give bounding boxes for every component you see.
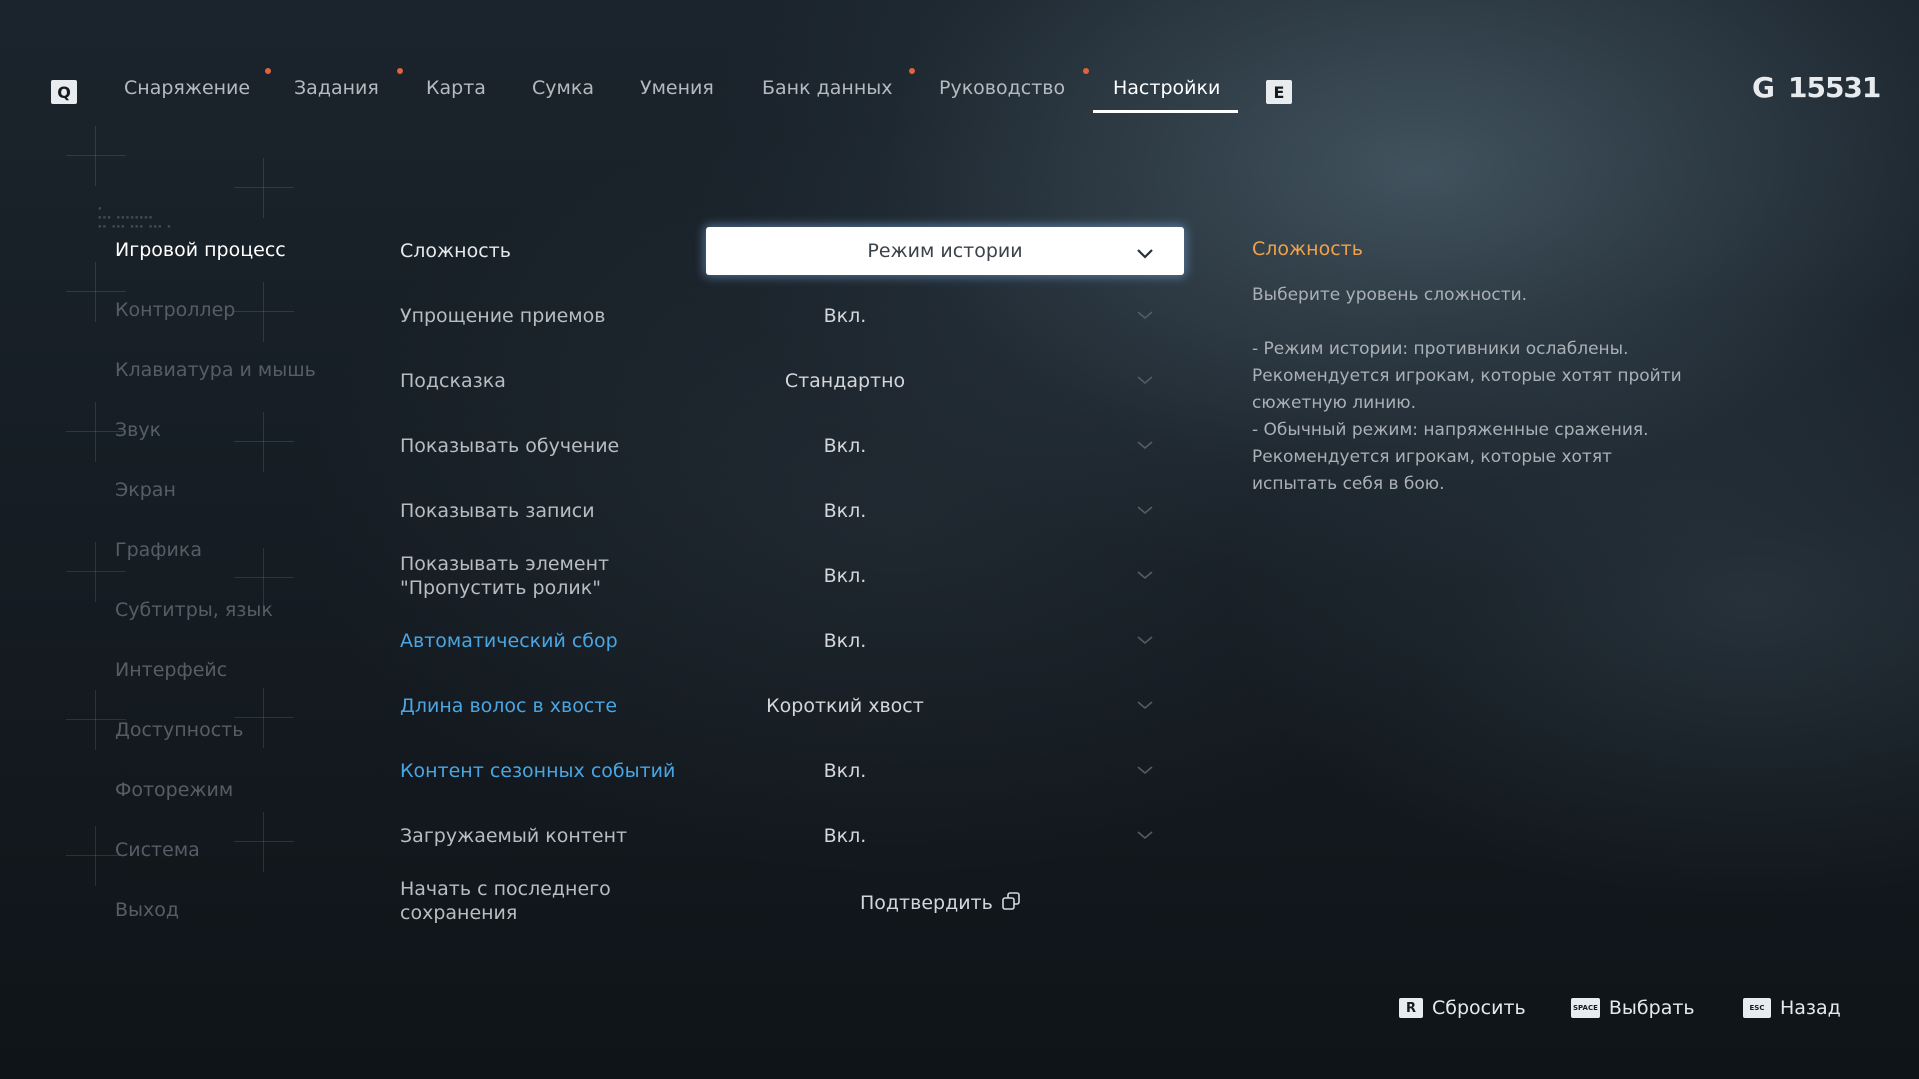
sidebar-item-display[interactable]: Экран	[115, 475, 176, 505]
setting-value: Вкл.	[823, 565, 867, 587]
setting-row-simplified-moves[interactable]: Упрощение приемов Вкл.	[400, 291, 1186, 341]
next-tab-key[interactable]: E	[1266, 80, 1292, 104]
tab-map[interactable]: Карта	[426, 74, 486, 104]
chevron-down-icon[interactable]	[1136, 440, 1156, 452]
setting-row-skip-cutscene[interactable]: Показывать элемент "Пропустить ролик" Вк…	[400, 551, 1186, 601]
sidebar-item-interface[interactable]: Интерфейс	[115, 655, 227, 685]
r-key-icon: R	[1399, 998, 1423, 1018]
setting-label: Упрощение приемов	[400, 305, 606, 327]
prev-tab-key[interactable]: Q	[51, 80, 77, 104]
setting-row-load-last-save: Начать с последнего сохранения	[400, 876, 1186, 926]
sidebar-item-photo-mode[interactable]: Фоторежим	[115, 775, 233, 805]
description-story-mode: - Режим истории: противники ослаблены. Р…	[1252, 339, 1682, 413]
decor-crosshair	[234, 812, 294, 872]
currency-amount: 15531	[1787, 71, 1881, 104]
setting-label: Подсказка	[400, 370, 506, 392]
setting-value: Вкл.	[823, 825, 867, 847]
setting-row-dlc[interactable]: Загружаемый контент Вкл.	[400, 811, 1186, 861]
description-body: Выберите уровень сложности. - Режим исто…	[1252, 282, 1682, 498]
chevron-down-icon[interactable]	[1136, 310, 1156, 322]
setting-value: Короткий хвост	[766, 695, 924, 717]
chevron-down-icon	[1136, 245, 1154, 264]
tab-guide[interactable]: Руководство	[939, 74, 1065, 104]
setting-row-seasonal-events[interactable]: Контент сезонных событий Вкл.	[400, 746, 1186, 796]
difficulty-dropdown[interactable]: Режим истории	[706, 227, 1184, 275]
notification-dot	[265, 68, 271, 74]
setting-label: Загружаемый контент	[400, 825, 628, 847]
setting-label: Показывать записи	[400, 500, 595, 522]
setting-row-show-tutorial[interactable]: Показывать обучение Вкл.	[400, 421, 1186, 471]
sidebar-item-gameplay[interactable]: Игровой процесс	[115, 235, 286, 265]
chevron-down-icon[interactable]	[1136, 375, 1156, 387]
esc-key-icon: ESC	[1743, 998, 1771, 1018]
sidebar-item-accessibility[interactable]: Доступность	[115, 715, 243, 745]
setting-value: Вкл.	[823, 500, 867, 522]
active-tab-underline	[1093, 110, 1238, 113]
setting-label: Контент сезонных событий	[400, 760, 676, 782]
setting-label: Начать с последнего сохранения	[400, 878, 611, 924]
tab-settings[interactable]: Настройки	[1113, 74, 1220, 104]
description-title: Сложность	[1252, 238, 1363, 260]
notification-dot	[909, 68, 915, 74]
sidebar-item-subtitles-language[interactable]: Субтитры, язык	[115, 595, 273, 625]
chevron-down-icon[interactable]	[1136, 700, 1156, 712]
decor-crosshair	[66, 126, 126, 186]
chevron-down-icon[interactable]	[1136, 765, 1156, 777]
external-window-icon	[1001, 891, 1021, 916]
setting-value: Вкл.	[823, 435, 867, 457]
decor-crosshair	[234, 412, 294, 472]
tab-database[interactable]: Банк данных	[762, 74, 893, 104]
setting-label: Показывать обучение	[400, 435, 620, 457]
setting-label: Сложность	[400, 240, 511, 262]
select-label: Выбрать	[1608, 997, 1695, 1019]
notification-dot	[397, 68, 403, 74]
dropdown-value: Режим истории	[867, 240, 1023, 262]
top-nav: Q Снаряжение Задания Карта Сумка Умения …	[0, 0, 1919, 120]
setting-value: Вкл.	[823, 630, 867, 652]
setting-row-ponytail-length[interactable]: Длина волос в хвосте Короткий хвост	[400, 681, 1186, 731]
reset-hint[interactable]: R Сбросить	[1399, 993, 1526, 1023]
settings-screen: ▪ ▪▪▪ ▪▪▪▪▪▪▪▪ ▪▪ ▪▪▪ ▪▪▪ ▪▪▪ ▪ Q Снаряжен…	[0, 0, 1919, 1079]
back-label: Назад	[1780, 997, 1841, 1019]
confirm-label: Подтвердить	[860, 892, 993, 914]
setting-value: Вкл.	[823, 305, 867, 327]
currency-icon: G	[1752, 71, 1775, 104]
chevron-down-icon[interactable]	[1136, 505, 1156, 517]
reset-label: Сбросить	[1432, 997, 1526, 1019]
setting-row-show-notes[interactable]: Показывать записи Вкл.	[400, 486, 1186, 536]
sidebar-item-graphics[interactable]: Графика	[115, 535, 202, 565]
decor-microtext: ▪ ▪▪▪ ▪▪▪▪▪▪▪▪ ▪▪ ▪▪▪ ▪▪▪ ▪▪▪ ▪	[98, 205, 172, 230]
confirm-button[interactable]: Подтвердить	[860, 888, 1021, 918]
sidebar-item-exit[interactable]: Выход	[115, 895, 179, 925]
sidebar-item-sound[interactable]: Звук	[115, 415, 161, 445]
chevron-down-icon[interactable]	[1136, 635, 1156, 647]
chevron-down-icon[interactable]	[1136, 830, 1156, 842]
setting-value: Стандартно	[784, 370, 906, 392]
sidebar-item-system[interactable]: Система	[115, 835, 200, 865]
setting-label: Длина волос в хвосте	[400, 695, 618, 717]
setting-row-auto-pickup[interactable]: Автоматический сбор Вкл.	[400, 616, 1186, 666]
setting-row-hint[interactable]: Подсказка Стандартно	[400, 356, 1186, 406]
sidebar-item-controller[interactable]: Контроллер	[115, 295, 235, 325]
notification-dot	[1083, 68, 1089, 74]
chevron-down-icon[interactable]	[1136, 570, 1156, 582]
currency-display: G 15531	[1752, 70, 1881, 106]
setting-label: Автоматический сбор	[400, 630, 618, 652]
setting-value: Вкл.	[823, 760, 867, 782]
tab-equipment[interactable]: Снаряжение	[124, 74, 250, 104]
tab-quests[interactable]: Задания	[294, 74, 379, 104]
space-key-icon: SPACE	[1571, 998, 1600, 1018]
select-hint[interactable]: SPACE Выбрать	[1571, 993, 1695, 1023]
tab-skills[interactable]: Умения	[640, 74, 714, 104]
decor-crosshair	[234, 282, 294, 342]
tab-bag[interactable]: Сумка	[532, 74, 594, 104]
sidebar-item-keyboard-mouse[interactable]: Клавиатура и мышь	[115, 355, 316, 385]
description-intro: Выберите уровень сложности.	[1252, 285, 1528, 305]
decor-crosshair	[234, 158, 294, 218]
back-hint[interactable]: ESC Назад	[1743, 993, 1841, 1023]
description-normal-mode: - Обычный режим: напряженные сражения. Р…	[1252, 420, 1649, 494]
setting-label: Показывать элемент "Пропустить ролик"	[400, 553, 610, 599]
